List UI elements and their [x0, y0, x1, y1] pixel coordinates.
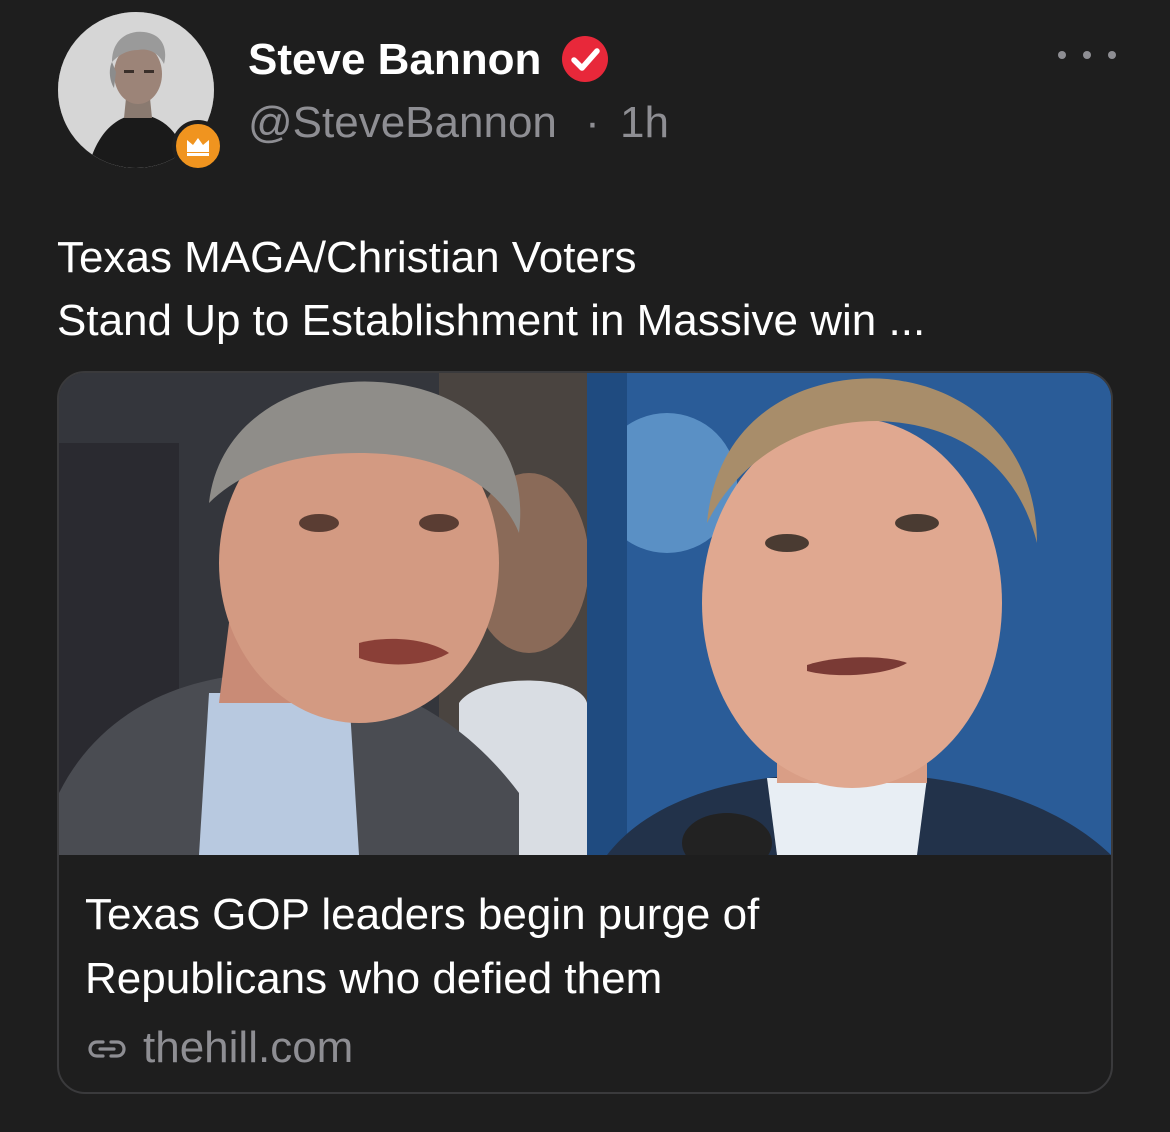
meta-separator: ·: [585, 98, 600, 147]
author-meta: @SteveBannon · 1h: [248, 96, 669, 150]
card-title-line: Texas GOP leaders begin purge of: [85, 890, 760, 939]
link-preview-image: [59, 373, 1111, 855]
link-card-domain-row: thehill.com: [87, 1021, 353, 1075]
post-timestamp[interactable]: 1h: [620, 98, 669, 147]
post-text-line: Stand Up to Establishment in Massive win…: [57, 296, 926, 345]
more-horizontal-icon: [1058, 51, 1066, 59]
author-handle[interactable]: @SteveBannon: [248, 98, 557, 147]
post: Steve Bannon @SteveBannon · 1h Texas MAG…: [0, 0, 1170, 1132]
link-icon: [87, 1028, 127, 1068]
card-title-line: Republicans who defied them: [85, 954, 663, 1003]
crown-badge-icon: [172, 120, 224, 172]
link-card-domain: thehill.com: [143, 1023, 354, 1072]
post-text-line: Texas MAGA/Christian Voters: [57, 233, 637, 282]
more-dot: [1108, 51, 1116, 59]
post-text: Texas MAGA/Christian Voters Stand Up to …: [57, 226, 1117, 352]
author-display-name[interactable]: Steve Bannon: [248, 34, 541, 86]
preview-photo-left: [59, 373, 587, 855]
verified-check-icon: [560, 34, 610, 84]
more-dot: [1083, 51, 1091, 59]
link-preview-card[interactable]: Texas GOP leaders begin purge of Republi…: [57, 371, 1113, 1094]
more-options-button[interactable]: [1054, 38, 1120, 72]
link-card-title: Texas GOP leaders begin purge of Republi…: [85, 883, 1085, 1011]
preview-photo-right: [587, 373, 1111, 855]
